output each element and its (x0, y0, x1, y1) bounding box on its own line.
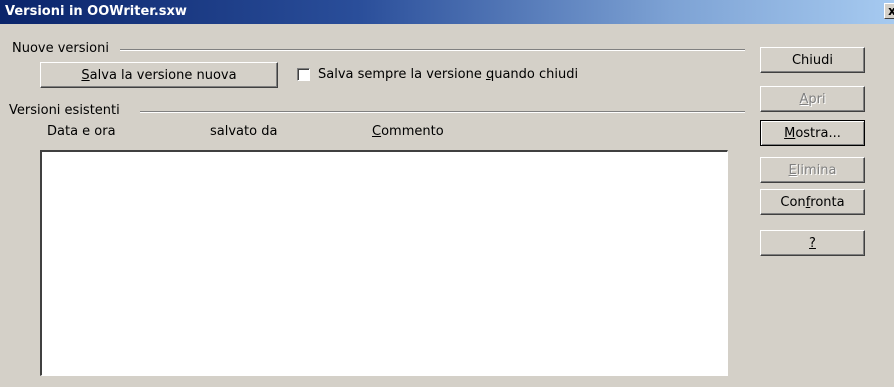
help-button[interactable]: ? (760, 230, 865, 256)
window-title: Versioni in OOWriter.sxw (5, 4, 187, 19)
save-new-version-button[interactable]: Salva la versione nuova (40, 62, 278, 88)
delete-button[interactable]: Elimina (760, 157, 865, 183)
column-header-date[interactable]: Data e ora (47, 124, 116, 139)
open-button[interactable]: Apri (760, 86, 865, 112)
new-versions-separator (120, 49, 745, 51)
compare-button[interactable]: Confronta (760, 189, 865, 215)
new-versions-group-label: Nuove versioni (12, 41, 115, 56)
title-bar: Versioni in OOWriter.sxw (0, 0, 894, 24)
column-header-saved-by[interactable]: salvato da (210, 124, 277, 139)
versions-list[interactable] (40, 150, 728, 376)
always-save-label[interactable]: Salva sempre la versione quando chiudi (318, 67, 578, 82)
existing-versions-separator (140, 111, 745, 113)
close-button[interactable]: Chiudi (760, 47, 865, 73)
close-window-button[interactable]: x (884, 3, 894, 19)
close-icon: x (888, 4, 894, 18)
show-button[interactable]: Mostra... (760, 120, 865, 146)
always-save-checkbox[interactable] (297, 68, 310, 81)
existing-versions-group-label: Versioni esistenti (9, 103, 126, 118)
column-header-comment[interactable]: Commento (372, 124, 444, 139)
